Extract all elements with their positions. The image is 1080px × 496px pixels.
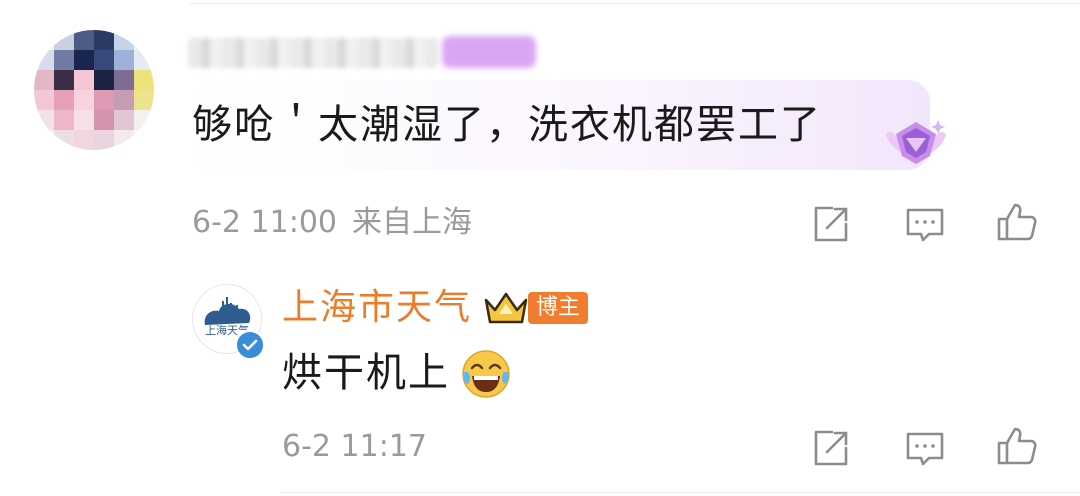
divider — [280, 492, 1080, 493]
comment-icon[interactable] — [902, 425, 948, 471]
reply-author-name[interactable]: 上海市天气 — [282, 286, 472, 330]
like-icon[interactable] — [994, 199, 1040, 245]
comment-location: 来自上海 — [352, 205, 472, 240]
comment-icon[interactable] — [902, 201, 948, 247]
member-badge-blurred — [442, 36, 536, 68]
verified-icon — [235, 330, 265, 360]
divider — [190, 3, 1080, 4]
reply-time: 6-2 11:17 — [282, 429, 427, 464]
like-icon[interactable] — [994, 423, 1040, 469]
gem-badge-icon — [880, 114, 952, 170]
share-icon[interactable] — [808, 201, 854, 247]
commenter-avatar[interactable] — [34, 30, 154, 150]
crown-icon — [482, 290, 530, 326]
commenter-username-blurred[interactable] — [188, 38, 438, 68]
reply-text[interactable]: 烘干机上 — [282, 348, 450, 398]
share-icon[interactable] — [808, 425, 854, 471]
comment-text[interactable]: 够呛＇太潮湿了，洗衣机都罢工了 — [192, 100, 822, 150]
comment-time: 6-2 11:00 — [192, 205, 337, 240]
laughing-tears-emoji — [460, 348, 512, 400]
weibo-comment-thread: 够呛＇太潮湿了，洗衣机都罢工了 6-2 11:00 来自上海 上海天气 上海市天… — [0, 0, 1080, 496]
blogger-tag: 博主 — [528, 292, 589, 324]
